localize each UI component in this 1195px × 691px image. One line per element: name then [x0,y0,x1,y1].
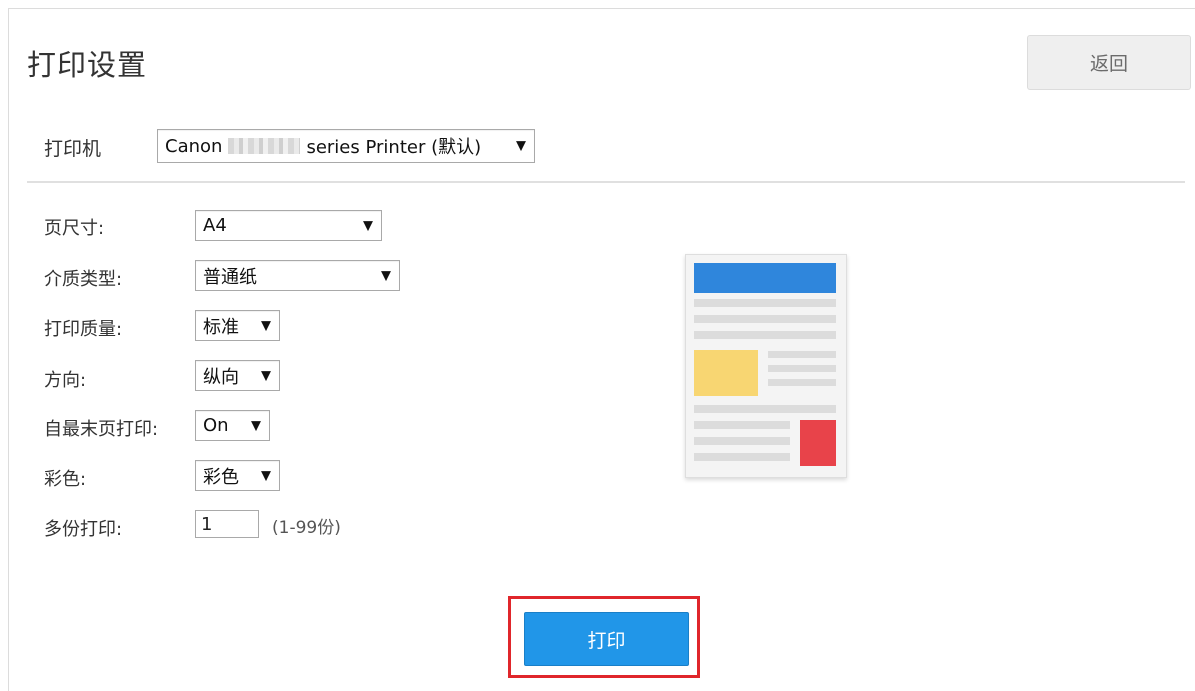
dropdown-arrow-icon: ▼ [381,268,391,283]
printer-name-prefix: Canon [165,135,223,157]
dropdown-arrow-icon: ▼ [261,368,271,383]
preview-line [694,421,790,429]
dropdown-arrow-icon: ▼ [261,318,271,333]
print-settings-panel [8,8,1195,691]
preview-image-block [694,350,758,396]
dropdown-arrow-icon: ▼ [261,468,271,483]
preview-line [694,405,836,413]
dropdown-arrow-icon: ▼ [363,218,373,233]
preview-line [694,453,790,461]
printer-name-suffix: series Printer (默认) [306,137,482,158]
copies-hint: (1-99份) [272,518,341,538]
page-size-select[interactable]: A4 ▼ [195,210,382,241]
media-type-value: 普通纸 [203,266,257,288]
preview-line [768,351,836,358]
preview-line [768,379,836,386]
color-value: 彩色 [203,466,239,488]
redacted-model [228,138,301,154]
orientation-select[interactable]: 纵向 ▼ [195,360,280,391]
back-button[interactable]: 返回 [1027,35,1191,90]
print-button[interactable]: 打印 [524,612,689,666]
color-label: 彩色: [44,469,87,490]
color-select[interactable]: 彩色 ▼ [195,460,280,491]
printer-label: 打印机 [44,138,102,160]
preview-line [694,437,790,445]
print-quality-value: 标准 [203,316,239,338]
orientation-label: 方向: [44,370,87,391]
copies-label: 多份打印: [44,519,123,540]
preview-header-bar [694,263,836,293]
orientation-value: 纵向 [203,366,239,388]
printer-select[interactable]: Canon series Printer (默认) ▼ [157,129,535,163]
preview-line [694,315,836,323]
last-page-first-label: 自最末页打印: [44,419,159,440]
page-preview-illustration [685,254,847,478]
page-title: 打印设置 [27,48,148,82]
page-size-value: A4 [203,215,227,236]
print-quality-select[interactable]: 标准 ▼ [195,310,280,341]
copies-input[interactable]: 1 [195,510,259,538]
dropdown-arrow-icon: ▼ [251,418,261,433]
preview-line [694,299,836,307]
preview-red-block [800,420,836,466]
divider [27,181,1185,183]
preview-line [694,331,836,339]
dropdown-arrow-icon: ▼ [516,138,526,154]
media-type-select[interactable]: 普通纸 ▼ [195,260,400,291]
last-page-first-value: On [203,415,229,436]
last-page-first-select[interactable]: On ▼ [195,410,270,441]
preview-line [768,365,836,372]
media-type-label: 介质类型: [44,269,123,290]
print-quality-label: 打印质量: [44,319,123,340]
page-size-label: 页尺寸: [44,218,105,239]
